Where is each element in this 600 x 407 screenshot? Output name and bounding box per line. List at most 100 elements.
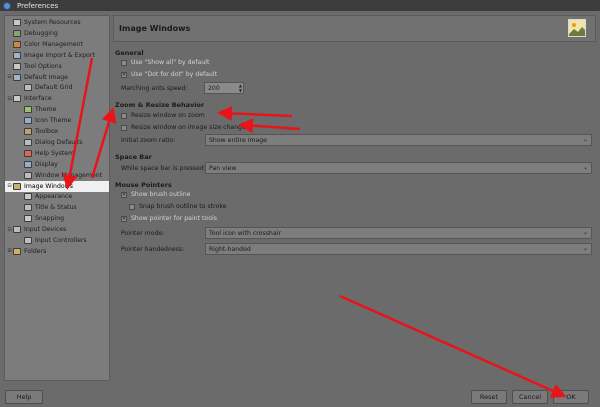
brush-outline-label: Show brush outline	[131, 191, 191, 198]
preferences-page-icon	[24, 171, 32, 179]
window-title: Preferences	[17, 1, 59, 10]
expander-icon[interactable]: ⊟	[6, 183, 13, 189]
sidebar-item-label: System Resources	[24, 19, 81, 26]
preferences-page-icon	[13, 247, 21, 255]
sidebar-item[interactable]: Snapping	[5, 213, 109, 224]
initial-zoom-select[interactable]: Show entire image ⌄	[205, 134, 592, 146]
brush-outline-option[interactable]: ✕ Show brush outline	[121, 191, 190, 198]
pointer-handedness-label: Pointer handedness:	[121, 246, 185, 253]
preferences-page-icon	[24, 215, 32, 223]
pointer-mode-select[interactable]: Tool icon with crosshair ⌄	[205, 227, 592, 239]
ok-button[interactable]: OK	[553, 390, 589, 404]
sidebar-item[interactable]: Tool Options	[5, 61, 109, 72]
sidebar-item[interactable]: Debugging	[5, 28, 109, 39]
preferences-page-icon	[24, 128, 32, 135]
snap-outline-option[interactable]: Snap brush outline to stroke	[129, 203, 227, 210]
expander-icon[interactable]: ⊞	[6, 248, 13, 254]
space-bar-select[interactable]: Pan view ⌄	[205, 162, 592, 174]
cancel-button[interactable]: Cancel	[512, 390, 548, 404]
preferences-page-icon	[24, 204, 32, 212]
sidebar-item[interactable]: Title & Status	[5, 202, 109, 213]
expander-icon[interactable]: ⊟	[6, 227, 13, 233]
pointer-mode-label: Pointer mode:	[121, 230, 165, 237]
sidebar-item[interactable]: Color Management	[5, 39, 109, 50]
sidebar-item[interactable]: ⊟ Image Windows	[5, 180, 109, 192]
sidebar-item-label: Interface	[24, 95, 52, 103]
preferences-tree[interactable]: System Resources Debugging Color Managemen…	[4, 15, 110, 381]
general-heading: General	[115, 49, 144, 57]
preferences-page-icon	[13, 29, 21, 37]
resize-image-checkbox[interactable]	[121, 124, 127, 131]
sidebar-item[interactable]: ⊟ Input Devices	[5, 224, 109, 235]
snap-outline-checkbox[interactable]	[129, 203, 135, 210]
reset-button[interactable]: Reset	[471, 390, 507, 404]
marching-ants-label: Marching ants speed:	[121, 85, 188, 92]
sidebar-item[interactable]: Input Controllers	[5, 235, 109, 246]
spinner-arrows-icon[interactable]: ▲ ▼	[239, 83, 242, 93]
sidebar-item[interactable]: Dialog Defaults	[5, 137, 109, 148]
preferences-page: Image Windows General Use "Show all" by …	[113, 15, 596, 381]
pointer-paint-checkbox[interactable]: ✕	[121, 215, 127, 222]
page-title: Image Windows	[119, 24, 191, 33]
dot-for-dot-label: Use "Dot for dot" by default	[131, 71, 218, 78]
show-all-option[interactable]: Use "Show all" by default	[121, 59, 209, 66]
sidebar-item[interactable]: Theme	[5, 104, 109, 115]
help-button[interactable]: Help	[5, 390, 43, 404]
chevron-down-icon: ⌄	[582, 164, 588, 171]
sidebar-item-label: Window Management	[35, 171, 103, 179]
pointer-handedness-select[interactable]: Right-handed ⌄	[205, 243, 592, 255]
marching-ants-spinner[interactable]: 200 ▲ ▼	[204, 82, 244, 94]
chevron-down-icon: ⌄	[582, 245, 588, 252]
page-header: Image Windows	[113, 15, 596, 42]
sidebar-item-label: Toolbox	[35, 128, 59, 135]
space-bar-value: Pan view	[209, 164, 237, 172]
sidebar-item[interactable]: Image Import & Export	[5, 50, 109, 61]
preferences-page-icon	[13, 95, 21, 103]
preferences-page-icon	[13, 40, 21, 48]
pointer-paint-label: Show pointer for paint tools	[131, 215, 217, 222]
sidebar-item[interactable]: Default Grid	[5, 82, 109, 93]
sidebar-item[interactable]: Window Management	[5, 170, 109, 181]
preferences-page-icon	[24, 138, 32, 146]
close-icon[interactable]	[3, 1, 11, 10]
space-bar-label: While space bar is pressed:	[121, 165, 206, 172]
sidebar-item[interactable]: System Resources	[5, 17, 109, 28]
sidebar-item[interactable]: ⊞ Folders	[5, 246, 109, 257]
sidebar-item-label: Dialog Defaults	[35, 138, 83, 146]
chevron-down-icon: ⌄	[582, 136, 588, 143]
sidebar-item-label: Appearance	[35, 193, 73, 201]
sidebar-item[interactable]: Display	[5, 159, 109, 170]
dot-for-dot-checkbox[interactable]: ✕	[121, 71, 127, 78]
show-all-label: Use "Show all" by default	[131, 59, 210, 66]
sidebar-item[interactable]: Icon Theme	[5, 115, 109, 126]
resize-zoom-label: Resize window on zoom	[131, 112, 205, 119]
preferences-page-icon	[24, 160, 32, 168]
dot-for-dot-option[interactable]: ✕ Use "Dot for dot" by default	[121, 71, 217, 78]
brush-outline-checkbox[interactable]: ✕	[121, 191, 127, 198]
show-all-checkbox[interactable]	[121, 59, 127, 66]
sidebar-item-label: Title & Status	[35, 204, 77, 212]
sidebar-item-label: Display	[35, 160, 58, 168]
resize-image-option[interactable]: Resize window on image size change	[121, 124, 246, 131]
resize-zoom-checkbox[interactable]	[121, 112, 127, 119]
preferences-page-icon	[24, 237, 32, 244]
expander-icon[interactable]: ⊟	[6, 96, 13, 102]
preferences-page-icon	[24, 106, 32, 114]
sidebar-item[interactable]: Toolbox	[5, 126, 109, 137]
preferences-page-icon	[13, 19, 21, 26]
sidebar-item[interactable]: Appearance	[5, 191, 109, 202]
sidebar-item-label: Theme	[35, 106, 57, 114]
sidebar-item-label: Color Management	[24, 40, 83, 48]
sidebar-item-label: Icon Theme	[35, 117, 72, 125]
preferences-page-icon	[13, 51, 21, 59]
resize-zoom-option[interactable]: Resize window on zoom	[121, 112, 205, 119]
zoom-heading: Zoom & Resize Behavior	[115, 101, 205, 109]
snap-outline-label: Snap brush outline to stroke	[139, 203, 227, 210]
sidebar-item[interactable]: ⊟ Default Image	[5, 72, 109, 83]
title-bar: Preferences	[0, 0, 600, 11]
pointer-paint-option[interactable]: ✕ Show pointer for paint tools	[121, 215, 217, 222]
expander-icon[interactable]: ⊟	[6, 74, 13, 80]
sidebar-item[interactable]: Help System	[5, 148, 109, 159]
sidebar-item-label: Debugging	[24, 29, 58, 37]
sidebar-item[interactable]: ⊟ Interface	[5, 93, 109, 104]
